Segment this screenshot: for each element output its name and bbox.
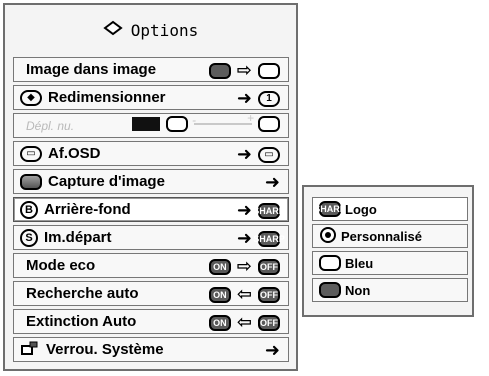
options-menu: Options Image dans image ⇨ ◆ Redimension… <box>3 3 298 371</box>
menu-row-recherche-auto[interactable]: Recherche auto ON ⇦ OFF <box>13 281 289 306</box>
row-label: Recherche auto <box>26 285 139 302</box>
menu-row-verrou-systeme[interactable]: Verrou. Système ➜ <box>13 337 289 362</box>
submenu-item-logo[interactable]: SHARP Logo <box>312 197 468 221</box>
menu-row-arriere-fond[interactable]: B Arrière-fond ➜ SHARP <box>13 197 289 222</box>
row-label: Arrière-fond <box>44 201 131 218</box>
on-icon: ON <box>208 286 231 303</box>
row-control: ➜ SHARP <box>236 228 285 249</box>
row-control: ➜ <box>265 340 280 361</box>
arrow-icon: ➜ <box>264 172 280 192</box>
slider-max-icon <box>258 116 280 132</box>
menu-title: Options <box>5 5 296 55</box>
submenu-item-non[interactable]: Non <box>312 278 468 302</box>
on-icon: ON <box>208 258 231 275</box>
digital-shift-slider <box>132 111 280 132</box>
row-label: Image dans image <box>26 61 157 78</box>
row-control: ON ⇦ OFF <box>208 312 280 333</box>
slider-min-icon <box>166 116 188 132</box>
arrow-icon: ➜ <box>236 228 252 248</box>
arrow-icon: ➜ <box>264 340 280 360</box>
pip-icon <box>208 62 231 79</box>
submenu-item-label: Bleu <box>345 255 374 271</box>
off-icon: OFF <box>258 286 280 303</box>
row-label: Dépl. nu. <box>26 118 75 133</box>
on-icon: ON <box>208 314 231 331</box>
slider-track <box>192 111 254 127</box>
row-control: ON ⇦ OFF <box>208 284 280 305</box>
startup-image-icon: S <box>20 228 38 247</box>
row-label: Capture d'image <box>48 173 165 190</box>
menu-row-af-osd[interactable]: ▭ Af.OSD ➜ ▭ <box>13 141 289 166</box>
arrow-icon: ⇦ <box>236 284 252 304</box>
sharp-logo-icon: SHARP <box>314 201 346 217</box>
menu-title-label: Options <box>130 20 199 40</box>
arrow-icon: ⇨ <box>236 60 252 80</box>
menu-row-mode-eco[interactable]: Mode eco ON ⇨ OFF <box>13 253 289 278</box>
row-control: ➜ ▭ <box>237 144 280 165</box>
submenu-item-label: Non <box>345 282 371 298</box>
resize-setting-icon: 1 <box>258 90 280 107</box>
row-control: ➜ 1 <box>237 88 280 109</box>
custom-icon <box>319 226 337 246</box>
row-control: ⇨ <box>208 60 280 81</box>
options-icon <box>103 20 123 40</box>
blue-screen-icon <box>319 255 341 271</box>
row-label: Af.OSD <box>48 145 101 162</box>
background-submenu: SHARP Logo Personnalisé Bleu Non <box>302 185 474 317</box>
submenu-item-personnalise[interactable]: Personnalisé <box>312 224 468 248</box>
row-label: Mode eco <box>26 257 96 274</box>
submenu-item-bleu[interactable]: Bleu <box>312 251 468 275</box>
menu-row-image-dans-image[interactable]: Image dans image ⇨ <box>13 57 289 82</box>
arrow-icon: ➜ <box>236 144 252 164</box>
sharp-logo-icon: SHARP <box>253 202 285 219</box>
none-icon <box>319 282 341 298</box>
pip-off-icon <box>258 62 280 79</box>
row-label: Extinction Auto <box>26 313 137 330</box>
capture-icon <box>20 173 42 190</box>
submenu-item-label: Personnalisé <box>341 228 422 244</box>
menu-row-redimensionner[interactable]: ◆ Redimensionner ➜ 1 <box>13 85 289 110</box>
background-icon: B <box>20 200 38 219</box>
system-lock-icon <box>20 340 40 360</box>
resize-icon: ◆ <box>20 89 42 106</box>
row-control: ON ⇨ OFF <box>208 256 280 277</box>
off-icon: OFF <box>258 258 280 275</box>
off-icon: OFF <box>258 314 280 331</box>
row-control: ➜ <box>265 172 280 193</box>
arrow-icon: ⇦ <box>236 312 252 332</box>
osd-setting-icon: ▭ <box>258 146 280 163</box>
slider-value-box <box>132 117 160 131</box>
menu-row-im-depart[interactable]: S Im.départ ➜ SHARP <box>13 225 289 250</box>
osd-icon: ▭ <box>20 145 42 162</box>
row-label: Verrou. Système <box>46 341 164 358</box>
arrow-icon: ➜ <box>236 200 252 220</box>
arrow-icon: ➜ <box>236 88 252 108</box>
menu-row-extinction-auto[interactable]: Extinction Auto ON ⇦ OFF <box>13 309 289 334</box>
menu-row-capture-image[interactable]: Capture d'image ➜ <box>13 169 289 194</box>
sharp-logo-icon: SHARP <box>253 230 285 247</box>
row-label: Im.départ <box>44 229 112 246</box>
arrow-icon: ⇨ <box>236 256 252 276</box>
row-label: Redimensionner <box>48 89 166 106</box>
submenu-item-label: Logo <box>345 201 377 217</box>
row-control: ➜ SHARP <box>236 200 285 221</box>
menu-row-deplacement: Dépl. nu. <box>13 111 289 138</box>
